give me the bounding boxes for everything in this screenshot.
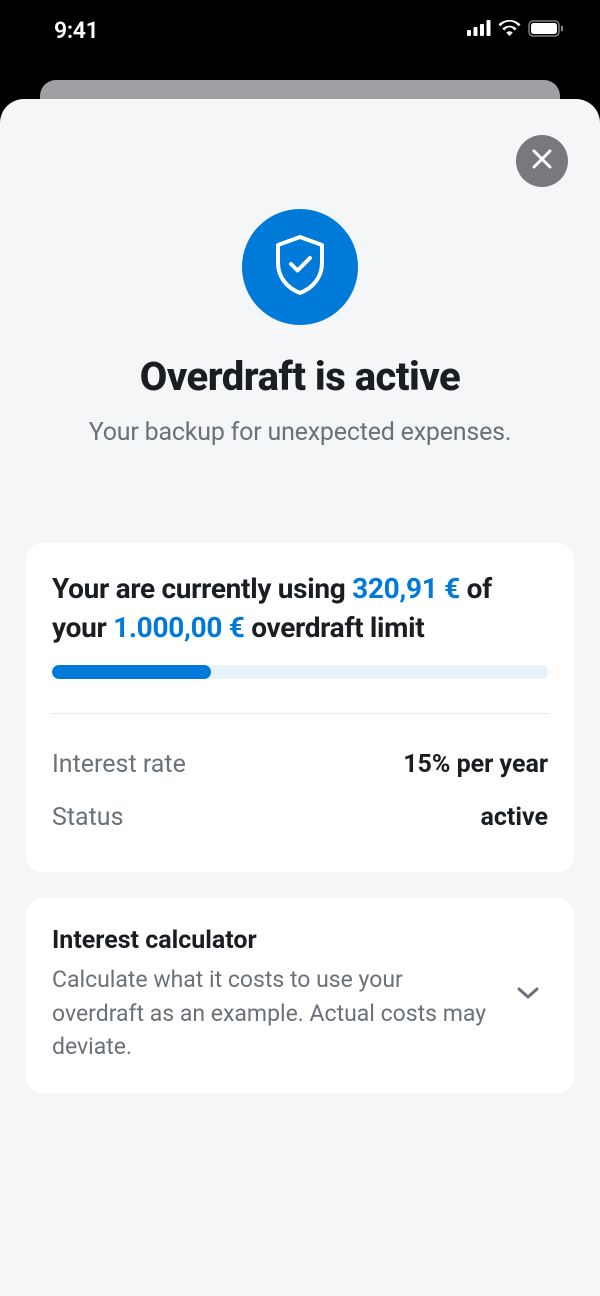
hero-section: Overdraft is active Your backup for unex… [0,99,600,447]
status-label: Status [52,803,123,832]
page-title: Overdraft is active [140,353,460,400]
wifi-icon [498,20,521,40]
usage-text-prefix: Your are currently using [52,572,352,605]
status-bar: 9:41 [0,0,600,60]
usage-progress-bar [52,665,548,679]
shield-check-icon [272,233,328,301]
interest-calculator-card[interactable]: Interest calculator Calculate what it co… [26,898,574,1093]
status-value: active [481,803,548,832]
interest-rate-row: Interest rate 15% per year [52,738,548,791]
interest-rate-value: 15% per year [403,750,548,779]
calculator-description: Calculate what it costs to use your over… [52,963,492,1063]
page-subtitle: Your backup for unexpected expenses. [89,418,512,447]
usage-progress-fill [52,665,211,679]
overdraft-modal: Overdraft is active Your backup for unex… [0,99,600,1296]
usage-amount-limit: 1.000,00 € [113,611,244,644]
divider [52,713,548,714]
calculator-title: Interest calculator [52,926,492,955]
usage-amount-used: 320,91 € [352,572,460,605]
cellular-icon [467,20,491,40]
status-icons [467,20,564,41]
usage-summary: Your are currently using 320,91 € of you… [52,569,548,647]
chevron-down-icon [516,985,540,1004]
close-icon [530,147,554,175]
interest-rate-label: Interest rate [52,750,186,779]
hero-badge [242,209,358,325]
content-area: Your are currently using 320,91 € of you… [0,447,600,1093]
usage-card: Your are currently using 320,91 € of you… [26,543,574,872]
close-button[interactable] [516,135,568,187]
calculator-text: Interest calculator Calculate what it co… [52,926,492,1063]
battery-icon [528,20,564,41]
usage-text-suffix: overdraft limit [245,611,425,644]
status-time: 9:41 [54,17,99,44]
status-row: Status active [52,791,548,844]
